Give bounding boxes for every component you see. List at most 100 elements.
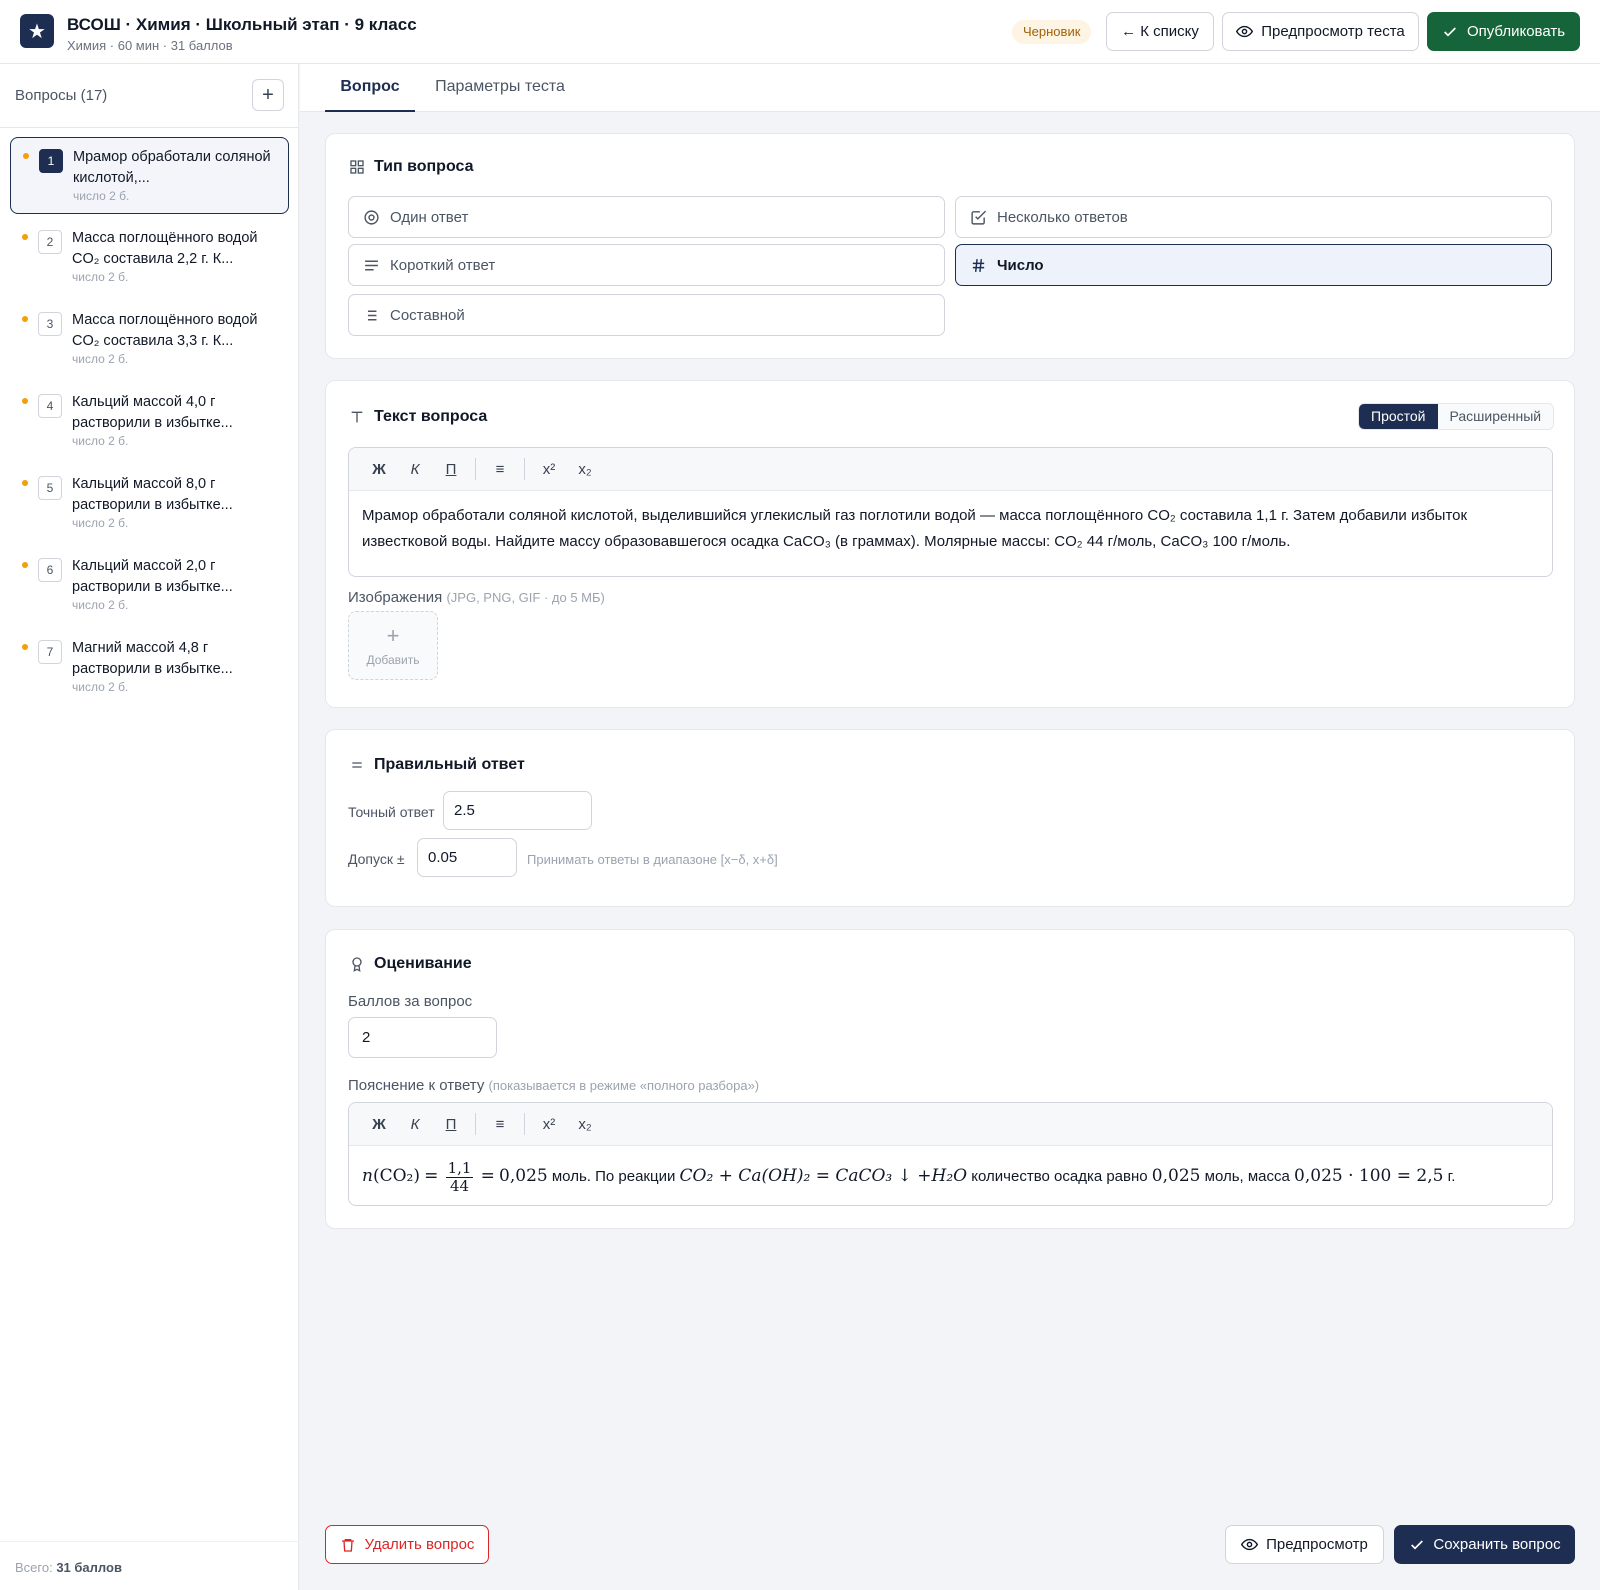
checkbox-icon: [970, 209, 987, 226]
superscript-button[interactable]: x²: [531, 1109, 567, 1139]
question-preview: Магний массой 4,8 г растворили в избытке…: [72, 640, 233, 677]
toolbar-divider: [524, 1113, 525, 1135]
question-list-item[interactable]: 2 Масса поглощённого водой CO₂ составила…: [10, 219, 289, 296]
delete-question-label: Удалить вопрос: [364, 1536, 475, 1553]
award-icon: [348, 956, 365, 973]
question-list-item[interactable]: 1 Мрамор обработали соляной кислотой,...…: [10, 137, 289, 214]
text-lines-icon: [363, 257, 380, 274]
points-input[interactable]: 2: [348, 1017, 497, 1058]
math-eq: =: [480, 1166, 495, 1186]
subscript-button[interactable]: x₂: [567, 1109, 603, 1139]
question-meta: число 2 б.: [72, 434, 129, 448]
equals-icon: [348, 757, 365, 774]
list-button[interactable]: ≡: [482, 1109, 518, 1139]
type-multiple-answers[interactable]: Несколько ответов: [955, 196, 1552, 238]
test-subtitle: Химия · 60 мин · 31 баллов: [67, 38, 233, 53]
math-fraction: 1,1 44: [445, 1158, 474, 1195]
type-single-answer[interactable]: Один ответ: [348, 196, 945, 238]
tolerance-input[interactable]: 0.05: [417, 838, 517, 877]
question-list-item[interactable]: 4 Кальций массой 4,0 г растворили в избы…: [10, 383, 289, 460]
correct-answer-card: Правильный ответ Точный ответ 2.5 Допуск…: [325, 729, 1575, 907]
type-number[interactable]: Число: [955, 244, 1552, 286]
editor-toolbar: Ж К П ≡ x² x₂: [349, 1103, 1552, 1146]
type-composite[interactable]: Составной: [348, 294, 945, 336]
star-logo-icon: ★: [20, 14, 54, 48]
explanation-content[interactable]: n(CO₂) = 1,1 44 = 0,025 моль. По реакции…: [349, 1146, 1552, 1205]
grading-heading: Оценивание: [374, 955, 472, 972]
type-short-answer[interactable]: Короткий ответ: [348, 244, 945, 286]
radio-circle-icon: [363, 209, 380, 226]
exact-answer-input[interactable]: 2.5: [443, 791, 592, 830]
question-preview: Кальций массой 2,0 г растворили в избытк…: [72, 558, 233, 595]
question-text-content[interactable]: Мрамор обработали соляной кислотой, выде…: [349, 491, 1552, 567]
bold-button[interactable]: Ж: [361, 454, 397, 484]
tab-question[interactable]: Вопрос: [325, 64, 415, 112]
question-list-item[interactable]: 6 Кальций массой 2,0 г растворили в избы…: [10, 547, 289, 624]
explanation-text-2: количество осадка равно: [967, 1168, 1152, 1185]
hash-icon: [970, 257, 987, 274]
italic-button[interactable]: К: [397, 1109, 433, 1139]
math-eq: =: [424, 1166, 439, 1186]
question-preview: Кальций массой 4,0 г растворили в избытк…: [72, 394, 233, 431]
unsaved-dot: [22, 398, 28, 404]
fraction-denominator: 44: [449, 1176, 470, 1195]
list-button[interactable]: ≡: [482, 454, 518, 484]
explanation-hint: (показывается в режиме «полного разбора»…: [488, 1078, 760, 1093]
question-text-card: Текст вопроса Простой Расширенный Ж К П …: [325, 380, 1575, 708]
math-n: n: [362, 1166, 373, 1186]
question-list-item[interactable]: 5 Кальций массой 8,0 г растворили в избы…: [10, 465, 289, 542]
math-reaction: CO₂ + Ca(OH)₂ = CaCO₃ ↓ +H₂O: [679, 1166, 968, 1186]
explanation-text-3: моль, масса: [1200, 1168, 1295, 1185]
mode-advanced-button[interactable]: Расширенный: [1437, 404, 1554, 429]
save-question-label: Сохранить вопрос: [1433, 1536, 1561, 1553]
unsaved-dot: [22, 562, 28, 568]
question-text-editor: Ж К П ≡ x² x₂ Мрамор обработали соляной …: [348, 447, 1553, 577]
points-label: Баллов за вопрос: [348, 993, 473, 1010]
question-meta: число 2 б.: [72, 516, 129, 530]
eye-icon: [1241, 1536, 1259, 1553]
preview-button[interactable]: Предпросмотр: [1225, 1525, 1384, 1564]
question-number: 6: [38, 558, 62, 582]
question-list-item[interactable]: 3 Масса поглощённого водой CO₂ составила…: [10, 301, 289, 378]
italic-button[interactable]: К: [397, 454, 433, 484]
question-meta: число 2 б.: [72, 352, 129, 366]
editor-toolbar: Ж К П ≡ x² x₂: [349, 448, 1552, 491]
question-text-heading: Текст вопроса: [374, 408, 488, 425]
question-list-item[interactable]: 7 Магний массой 4,8 г растворили в избыт…: [10, 629, 289, 706]
mode-simple-button[interactable]: Простой: [1359, 404, 1438, 429]
test-title: ВСОШ · Химия · Школьный этап · 9 класс: [67, 15, 417, 34]
preview-test-button[interactable]: Предпросмотр теста: [1222, 12, 1419, 51]
toolbar-divider: [524, 458, 525, 480]
unsaved-dot: [22, 644, 28, 650]
delete-question-button[interactable]: Удалить вопрос: [325, 1525, 489, 1564]
images-label: Изображения (JPG, PNG, GIF · до 5 МБ): [348, 589, 605, 606]
fraction-numerator: 1,1: [445, 1158, 474, 1178]
plus-icon: +: [386, 623, 400, 648]
explanation-text-1: моль. По реакции: [547, 1168, 680, 1185]
app-header: ★ ВСОШ · Химия · Школьный этап · 9 класс…: [0, 0, 1600, 64]
add-question-button[interactable]: +: [252, 79, 284, 111]
back-to-list-button[interactable]: ← К списку: [1106, 12, 1214, 51]
bold-button[interactable]: Ж: [361, 1109, 397, 1139]
save-question-button[interactable]: Сохранить вопрос: [1394, 1525, 1575, 1564]
preview-test-label: Предпросмотр теста: [1261, 23, 1405, 40]
question-meta: число 2 б.: [73, 189, 130, 203]
total-value: 31 баллов: [56, 1560, 122, 1575]
type-single-label: Один ответ: [390, 208, 469, 226]
question-number: 2: [38, 230, 62, 254]
question-meta: число 2 б.: [72, 270, 129, 284]
underline-button[interactable]: П: [433, 454, 469, 484]
publish-button[interactable]: Опубликовать: [1427, 12, 1580, 51]
math-moles-2: 0,025: [1151, 1166, 1201, 1186]
question-type-title: Тип вопроса: [348, 158, 474, 176]
tab-test-settings[interactable]: Параметры теста: [425, 64, 575, 112]
superscript-button[interactable]: x²: [531, 454, 567, 484]
type-multiple-label: Несколько ответов: [997, 208, 1128, 226]
check-icon: [1442, 23, 1459, 40]
underline-button[interactable]: П: [433, 1109, 469, 1139]
add-image-button[interactable]: + Добавить: [348, 611, 438, 680]
total-points: Всего: 31 баллов: [15, 1560, 122, 1575]
explanation-label-text: Пояснение к ответу: [348, 1077, 485, 1094]
eye-icon: [1236, 23, 1254, 40]
subscript-button[interactable]: x₂: [567, 454, 603, 484]
